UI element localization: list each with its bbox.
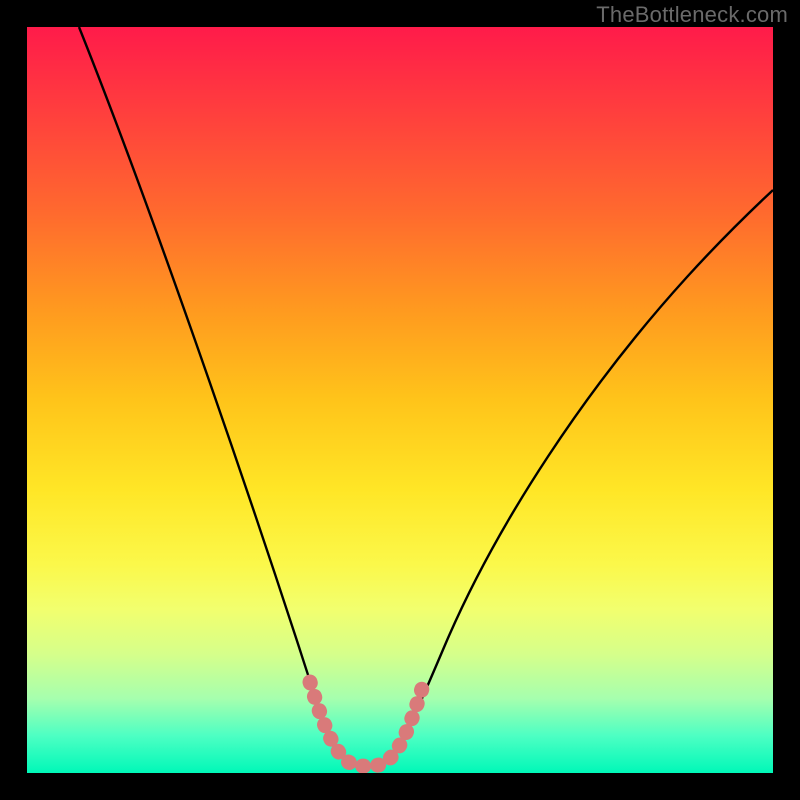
- curve-layer: [27, 27, 773, 773]
- v-floor-highlight: [310, 682, 424, 766]
- chart-frame: TheBottleneck.com: [0, 0, 800, 800]
- watermark-text: TheBottleneck.com: [596, 2, 788, 28]
- bottleneck-curve: [79, 27, 773, 765]
- plot-area: [27, 27, 773, 773]
